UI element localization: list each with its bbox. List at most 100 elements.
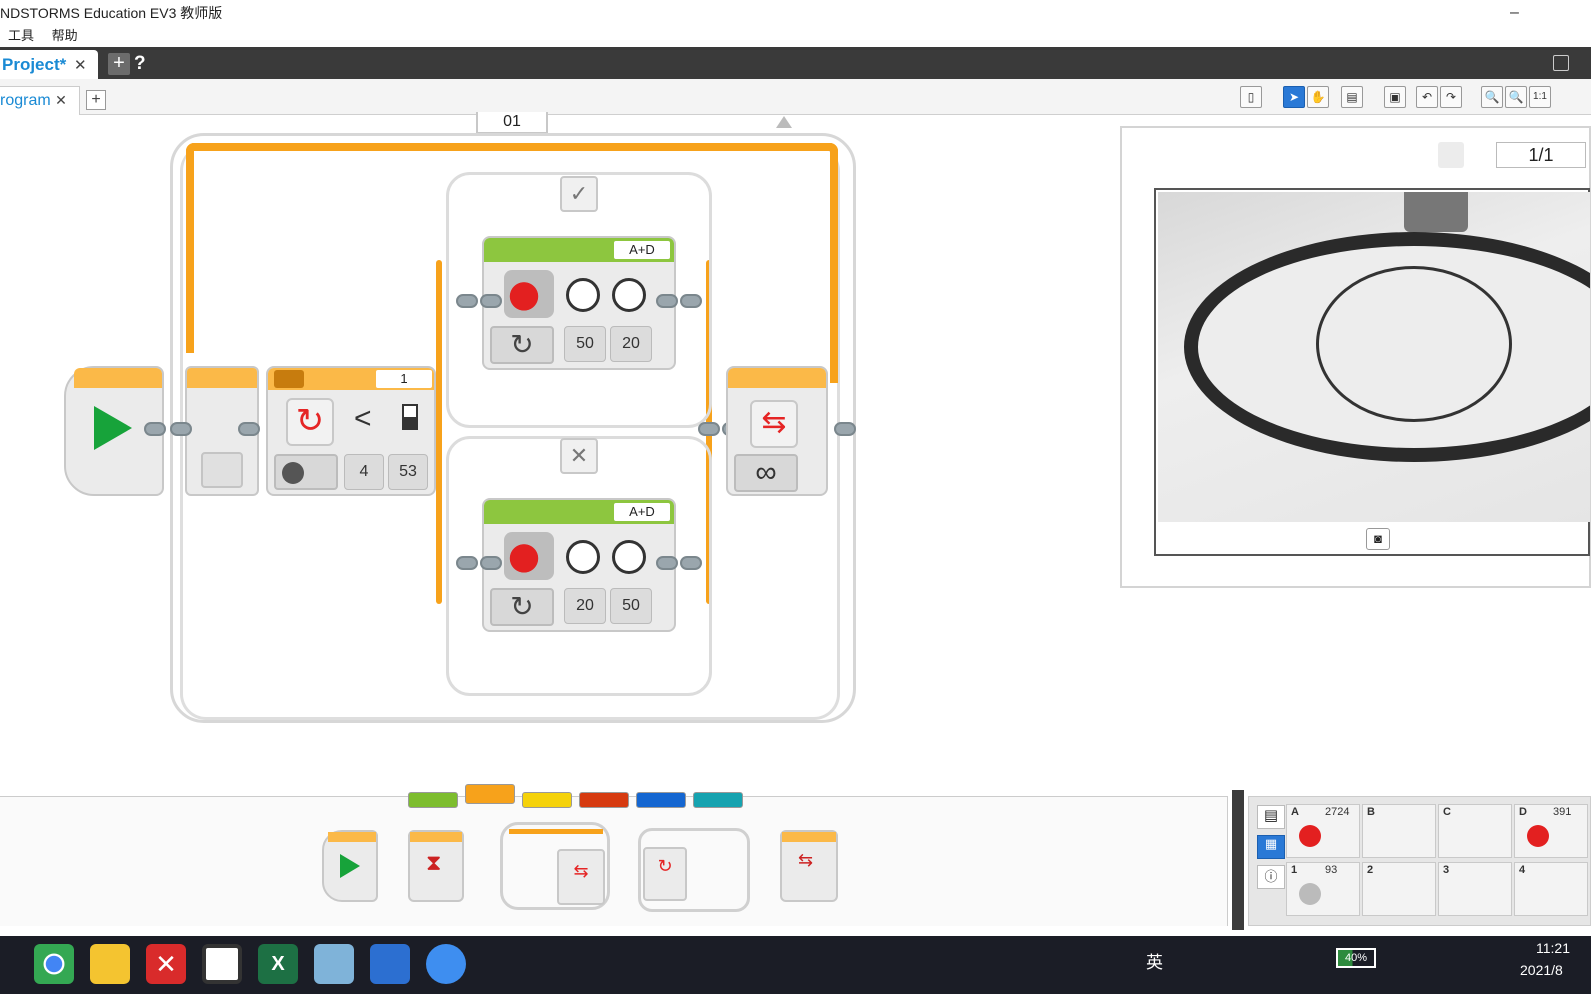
- compare-type-icon: [402, 404, 418, 430]
- palette-tab-flow[interactable]: [465, 784, 515, 804]
- palette-tab-sensor[interactable]: [522, 792, 572, 808]
- file-explorer-icon[interactable]: [90, 944, 130, 984]
- palette-tab-advanced[interactable]: [636, 792, 686, 808]
- rotate-mode-icon[interactable]: ↻: [490, 326, 554, 364]
- add-project-button[interactable]: +: [108, 53, 130, 75]
- field-inner-circle: [1316, 266, 1512, 422]
- available-bricks-icon[interactable]: ⓘ: [1257, 865, 1285, 889]
- palette-loop-interrupt-block[interactable]: ⇆: [780, 830, 838, 902]
- compare-input-b[interactable]: 53: [389, 463, 427, 481]
- palette-wait-block[interactable]: ⧗: [408, 830, 464, 902]
- clock-date[interactable]: 2021/8: [1520, 962, 1563, 978]
- sequence-plug: [834, 422, 856, 436]
- tab-project-label: Project*: [2, 55, 67, 74]
- ev3-app-icon[interactable]: [202, 944, 242, 984]
- sequence-plug: [698, 422, 720, 436]
- motor-ports-selector[interactable]: A+D: [614, 241, 670, 259]
- sequence-plug: [680, 556, 702, 570]
- mode-icon: [282, 462, 304, 484]
- clock-time[interactable]: 11:21: [1536, 940, 1570, 956]
- port-cell-3[interactable]: 3: [1438, 862, 1512, 916]
- motor-rotation-sensor-icon[interactable]: ↻: [286, 398, 334, 446]
- xmind-icon[interactable]: ✕: [146, 944, 186, 984]
- port-cell-B[interactable]: B: [1362, 804, 1436, 858]
- content-editor-toggle-icon[interactable]: [1553, 55, 1569, 71]
- port-cell-2[interactable]: 2: [1362, 862, 1436, 916]
- switch-view-toggle-icon[interactable]: [274, 370, 304, 388]
- program-properties-icon[interactable]: ▯: [1240, 86, 1262, 108]
- speed-gauge-icon: [566, 278, 600, 312]
- add-program-button[interactable]: +: [86, 90, 106, 110]
- close-icon[interactable]: ✕: [74, 57, 87, 74]
- port-cell-4[interactable]: 4: [1514, 862, 1588, 916]
- zoom-out-icon[interactable]: 🔍: [1481, 86, 1503, 108]
- notes-icon[interactable]: [314, 944, 354, 984]
- chrome-icon[interactable]: [34, 944, 74, 984]
- image-placeholder-icon[interactable]: [1438, 142, 1464, 168]
- zoom-reset-button[interactable]: 1:1: [1529, 86, 1551, 108]
- input-method-label[interactable]: 英: [1146, 948, 1163, 973]
- port-label: B: [1367, 806, 1375, 818]
- palette-switch-block[interactable]: ↻: [638, 828, 750, 912]
- loop-interrupt-slot[interactable]: [201, 452, 243, 488]
- power-right-input[interactable]: 50: [611, 597, 651, 615]
- port-cell-D[interactable]: D 391: [1514, 804, 1588, 858]
- port-value: 93: [1325, 864, 1338, 876]
- rotate-mode-icon[interactable]: ↻: [490, 588, 554, 626]
- brick-info-icon[interactable]: ▤: [1257, 805, 1285, 829]
- image-frame: ◙: [1154, 188, 1590, 556]
- power-left-input[interactable]: 50: [565, 335, 605, 353]
- palette-start-block[interactable]: [322, 830, 378, 902]
- port-cell-C[interactable]: C: [1438, 804, 1512, 858]
- sequence-plug: [656, 294, 678, 308]
- camera-icon[interactable]: ◙: [1366, 528, 1390, 550]
- palette-tab-action[interactable]: [408, 792, 458, 808]
- minimize-button[interactable]: –: [1510, 0, 1519, 26]
- port-selector[interactable]: 1: [376, 370, 432, 388]
- port-label: C: [1443, 806, 1451, 818]
- palette-tab-data[interactable]: [579, 792, 629, 808]
- switch-icon: ↻: [643, 847, 687, 901]
- palette-tab-myblocks[interactable]: [693, 792, 743, 808]
- menu-tools[interactable]: 工具: [8, 28, 34, 43]
- photos-icon[interactable]: [370, 944, 410, 984]
- pan-tool-icon[interactable]: ✋: [1307, 86, 1329, 108]
- excel-icon[interactable]: X: [258, 944, 298, 984]
- port-view-icon[interactable]: ▦: [1257, 835, 1285, 859]
- tab-project[interactable]: Project* ✕: [0, 50, 98, 79]
- meeting-app-icon[interactable]: [426, 944, 466, 984]
- help-button[interactable]: ?: [134, 53, 146, 75]
- port-label: 2: [1367, 864, 1374, 876]
- loop-end-block[interactable]: ⇆ ∞: [726, 366, 828, 496]
- select-tool-icon[interactable]: ➤: [1283, 86, 1305, 108]
- loop-mode-selector[interactable]: ∞: [734, 454, 798, 492]
- compare-input-a[interactable]: 4: [345, 463, 383, 481]
- power-right-input[interactable]: 20: [611, 335, 651, 353]
- project-tab-bar: [0, 47, 1591, 79]
- undo-icon[interactable]: ↶: [1416, 86, 1438, 108]
- hardware-page-toggle[interactable]: [1232, 790, 1244, 930]
- sequence-plug: [456, 294, 478, 308]
- play-icon[interactable]: [94, 406, 132, 450]
- collapse-arrow-icon[interactable]: [776, 116, 792, 128]
- power-left-input[interactable]: 20: [565, 597, 605, 615]
- mode-selector[interactable]: [274, 454, 338, 490]
- move-tank-block-true[interactable]: A+D ↻ 50 20: [482, 236, 676, 370]
- tab-program[interactable]: rogram ✕: [0, 86, 80, 115]
- sequence-plug: [170, 422, 192, 436]
- loop-name-tab[interactable]: 01: [476, 112, 548, 134]
- switch-block[interactable]: 1 ↻ < 4 53: [266, 366, 436, 496]
- port-cell-1[interactable]: 1 93: [1286, 862, 1360, 916]
- comment-tool-icon[interactable]: ▤: [1341, 86, 1363, 108]
- move-tank-block-false[interactable]: A+D ↻ 20 50: [482, 498, 676, 632]
- motor-ports-selector[interactable]: A+D: [614, 503, 670, 521]
- loop-repeat-icon: ⇆: [557, 849, 605, 905]
- redo-icon[interactable]: ↷: [1440, 86, 1462, 108]
- save-icon[interactable]: ▣: [1384, 86, 1406, 108]
- zoom-in-icon[interactable]: 🔍: [1505, 86, 1527, 108]
- close-icon[interactable]: ✕: [55, 92, 67, 108]
- menu-help[interactable]: 帮助: [52, 28, 78, 43]
- palette-loop-block[interactable]: ⇆: [500, 822, 610, 910]
- port-cell-A[interactable]: A 2724: [1286, 804, 1360, 858]
- battery-indicator[interactable]: 40%: [1336, 948, 1376, 968]
